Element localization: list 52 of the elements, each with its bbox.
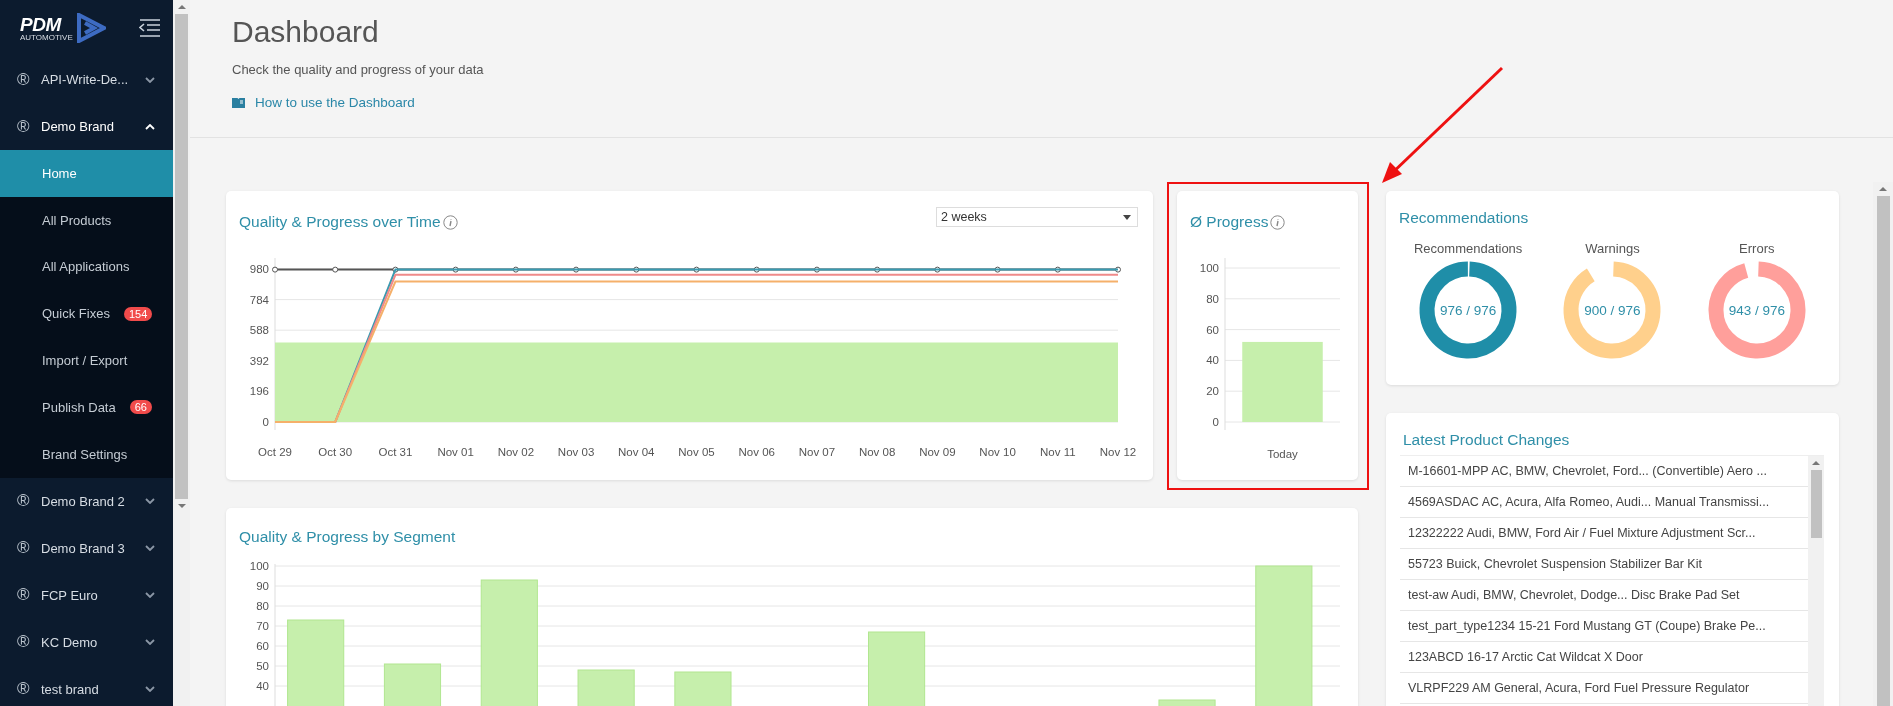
x-tick-label: Nov 01 <box>437 446 474 458</box>
y-tick-label: 80 <box>1206 292 1219 305</box>
logo-name: PDM <box>20 14 63 34</box>
donut-value: 943 / 976 <box>1728 302 1785 318</box>
logo-tagline: AUTOMOTIVE <box>20 33 73 42</box>
x-tick-label: Oct 31 <box>378 446 413 458</box>
x-tick-label: Nov 02 <box>497 446 535 458</box>
donut-label: Errors <box>1739 241 1775 256</box>
y-tick-label: 90 <box>256 580 269 592</box>
y-tick-label: 20 <box>1206 385 1219 398</box>
x-tick-label: Nov 11 <box>1040 446 1076 458</box>
count-badge: 66 <box>129 400 152 415</box>
y-tick-label: 60 <box>1206 323 1219 336</box>
card-title: Quality & Progress over Time <box>239 213 441 231</box>
y-tick-label: 70 <box>256 620 269 632</box>
y-tick-label: 0 <box>262 416 269 428</box>
y-tick-label: 196 <box>249 385 269 398</box>
page-title: Dashboard <box>232 14 379 50</box>
x-tick-label: Oct 30 <box>318 446 353 458</box>
y-tick-label: 100 <box>249 560 269 572</box>
y-tick-label: 980 <box>249 263 269 275</box>
y-tick-label: 0 <box>1212 416 1219 428</box>
y-tick-label: 40 <box>1206 354 1219 367</box>
x-tick-label: Nov 05 <box>678 446 715 458</box>
y-tick-label: 392 <box>249 354 269 367</box>
count-badge: 154 <box>123 306 153 321</box>
donut-value: 900 / 976 <box>1584 302 1641 318</box>
card-title: Quality & Progress by Segment <box>239 528 456 546</box>
y-tick-label: 100 <box>1199 262 1219 274</box>
donut-label: Recommendations <box>1413 241 1523 256</box>
donut-value: 976 / 976 <box>1440 302 1497 318</box>
y-tick-label: 60 <box>256 640 269 652</box>
y-tick-label: 50 <box>256 660 269 672</box>
x-tick-label: Today <box>1267 448 1298 460</box>
x-tick-label: Nov 03 <box>557 446 595 458</box>
card-title: Latest Product Changes <box>1403 431 1570 449</box>
donut-label: Warnings <box>1585 241 1640 256</box>
y-tick-label: 588 <box>249 324 269 337</box>
x-tick-label: Nov 09 <box>919 446 956 458</box>
card-title: Recommendations <box>1399 209 1529 227</box>
x-tick-label: Nov 07 <box>798 446 836 458</box>
x-tick-label: Nov 08 <box>858 446 896 458</box>
x-tick-label: Nov 12 <box>1099 446 1137 458</box>
card-title: Ø Progress <box>1190 213 1269 231</box>
x-tick-label: Nov 10 <box>979 446 1016 458</box>
y-tick-label: 40 <box>256 680 269 692</box>
x-tick-label: Nov 04 <box>618 446 655 458</box>
y-tick-label: 784 <box>249 293 269 306</box>
y-tick-label: 80 <box>256 600 269 612</box>
page-subtitle: Check the quality and progress of your data <box>232 62 484 77</box>
x-tick-label: Oct 29 <box>258 446 292 458</box>
x-tick-label: Nov 06 <box>738 446 775 458</box>
